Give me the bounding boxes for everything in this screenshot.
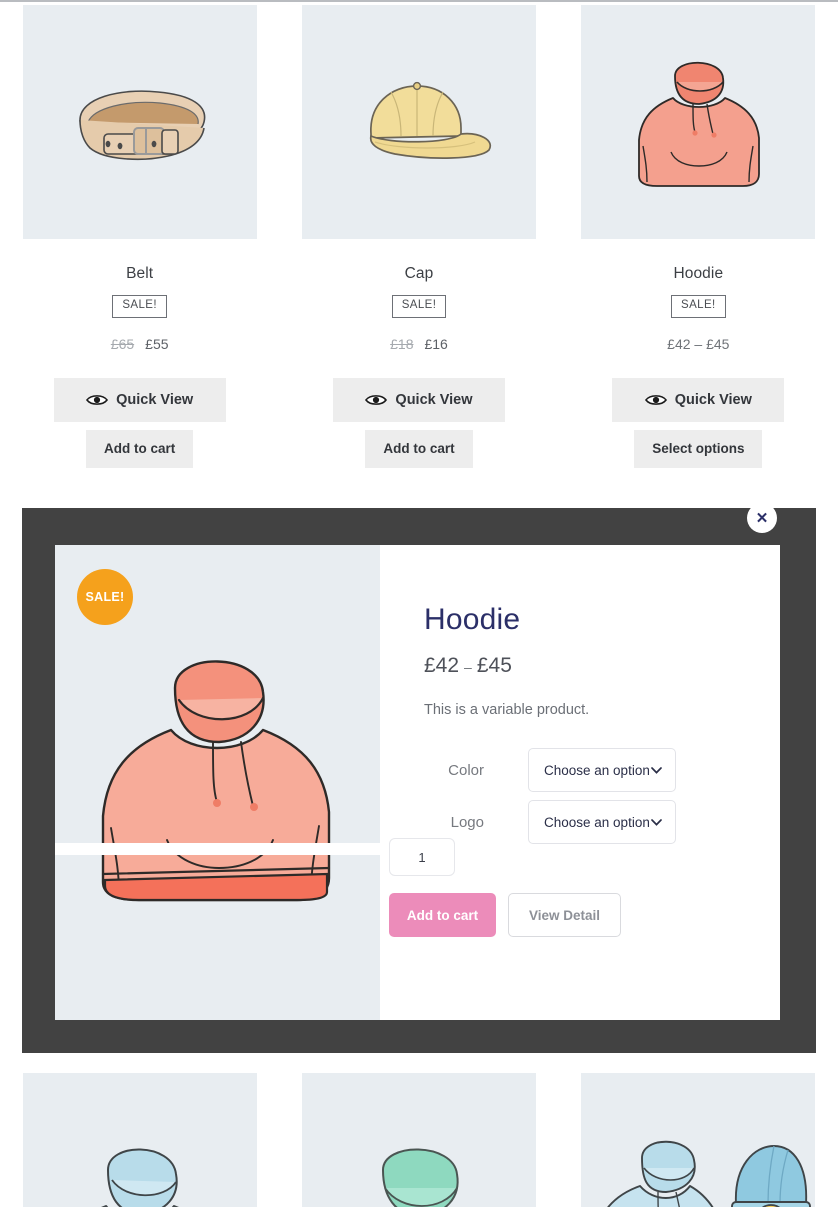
storefront-page: Belt SALE! £65 £55 Quick View Add to car… bbox=[0, 0, 838, 1207]
quick-view-label: Quick View bbox=[674, 391, 752, 408]
modal-price: £42 – £45 bbox=[424, 654, 780, 678]
quantity-input[interactable]: 1 bbox=[389, 838, 455, 876]
quick-view-button[interactable]: Quick View bbox=[53, 377, 226, 422]
top-divider bbox=[0, 0, 838, 2]
product-card-cap[interactable]: Cap SALE! £18 £16 Quick View Add to cart bbox=[279, 5, 558, 468]
product-title: Hoodie bbox=[673, 265, 724, 282]
price-old: £18 bbox=[390, 335, 414, 352]
price-dash: – bbox=[464, 659, 472, 675]
product-title: Cap bbox=[404, 265, 434, 282]
product-image-hoodie[interactable] bbox=[581, 5, 816, 239]
belt-illustration bbox=[78, 90, 206, 161]
product-card-hoodie-blue[interactable] bbox=[0, 1073, 279, 1207]
sale-badge: SALE! bbox=[112, 295, 167, 318]
product-price: £18 £16 bbox=[390, 336, 448, 352]
logo-select-value: Choose an option bbox=[544, 814, 650, 830]
hoodie-pink-illustration bbox=[101, 660, 331, 902]
attribute-label-color: Color bbox=[448, 761, 484, 779]
select-options-button[interactable]: Select options bbox=[634, 429, 763, 468]
quick-view-button[interactable]: Quick View bbox=[612, 377, 785, 422]
hoodie-blue-emoji-illustration bbox=[100, 1148, 179, 1207]
product-card-hoodie-green[interactable] bbox=[279, 1073, 558, 1207]
chevron-down-icon bbox=[651, 766, 662, 774]
price-new: £55 bbox=[145, 335, 169, 352]
product-group-illustration bbox=[607, 1140, 812, 1207]
product-grid-top: Belt SALE! £65 £55 Quick View Add to car… bbox=[0, 5, 838, 468]
price-min: £42 bbox=[424, 654, 460, 677]
close-icon[interactable]: ✕ bbox=[747, 503, 777, 533]
product-grid-bottom bbox=[0, 1073, 838, 1207]
price-range: £42 – £45 bbox=[667, 335, 730, 352]
color-select[interactable]: Choose an option bbox=[528, 748, 676, 792]
modal-details: Hoodie £42 – £45 This is a variable prod… bbox=[380, 545, 780, 1020]
product-card-belt[interactable]: Belt SALE! £65 £55 Quick View Add to car… bbox=[0, 5, 279, 468]
product-image-hoodie-green[interactable] bbox=[301, 1073, 536, 1207]
price-old: £65 bbox=[110, 335, 135, 352]
eye-icon bbox=[365, 394, 388, 405]
chevron-down-icon bbox=[651, 818, 662, 826]
sale-badge: SALE! bbox=[391, 295, 447, 318]
product-image-belt[interactable] bbox=[22, 5, 257, 239]
quick-view-button[interactable]: Quick View bbox=[332, 377, 505, 422]
page-title: Hoodie bbox=[424, 603, 521, 636]
attribute-row-logo: Logo Choose an option bbox=[424, 796, 780, 848]
price-max: £45 bbox=[476, 654, 512, 677]
color-select-value: Choose an option bbox=[544, 762, 650, 778]
product-image-cap[interactable] bbox=[301, 5, 536, 239]
eye-icon bbox=[644, 394, 667, 405]
quick-view-label: Quick View bbox=[116, 391, 194, 408]
product-title: Belt bbox=[126, 265, 154, 282]
hoodie-green-zip-illustration bbox=[381, 1148, 459, 1207]
quick-view-modal: SALE! Hoodie £42 – £45 This is a variabl… bbox=[55, 545, 780, 1020]
attribute-row-color: Color Choose an option bbox=[424, 744, 780, 796]
product-card-group[interactable] bbox=[559, 1073, 838, 1207]
add-to-cart-button[interactable]: Add to cart bbox=[365, 429, 473, 468]
attribute-label-logo: Logo bbox=[450, 813, 484, 831]
view-detail-button[interactable]: View Detail bbox=[508, 893, 621, 937]
quick-view-label: Quick View bbox=[395, 391, 473, 408]
product-image-group[interactable] bbox=[581, 1073, 816, 1207]
eye-icon bbox=[86, 394, 109, 405]
add-to-cart-button[interactable]: Add to cart bbox=[86, 429, 194, 468]
image-render-band bbox=[55, 843, 380, 855]
price-new: £16 bbox=[424, 335, 448, 352]
cap-illustration bbox=[369, 81, 492, 159]
logo-select[interactable]: Choose an option bbox=[528, 800, 676, 844]
product-card-hoodie[interactable]: Hoodie SALE! £42 – £45 Quick View Select… bbox=[559, 5, 838, 468]
product-price: £65 £55 bbox=[111, 336, 169, 352]
modal-product-image: SALE! bbox=[55, 545, 380, 1020]
hoodie-pink-illustration bbox=[638, 61, 761, 187]
product-price: £42 – £45 bbox=[667, 336, 729, 352]
sale-badge-circle: SALE! bbox=[77, 569, 133, 625]
sale-badge: SALE! bbox=[671, 295, 726, 318]
product-image-hoodie-blue[interactable] bbox=[22, 1073, 257, 1207]
variation-attributes: Color Choose an option Logo Choose an op… bbox=[424, 744, 780, 848]
product-description: This is a variable product. bbox=[424, 702, 590, 718]
modal-actions: Add to cart View Detail bbox=[389, 893, 621, 937]
add-to-cart-button[interactable]: Add to cart bbox=[389, 893, 496, 937]
